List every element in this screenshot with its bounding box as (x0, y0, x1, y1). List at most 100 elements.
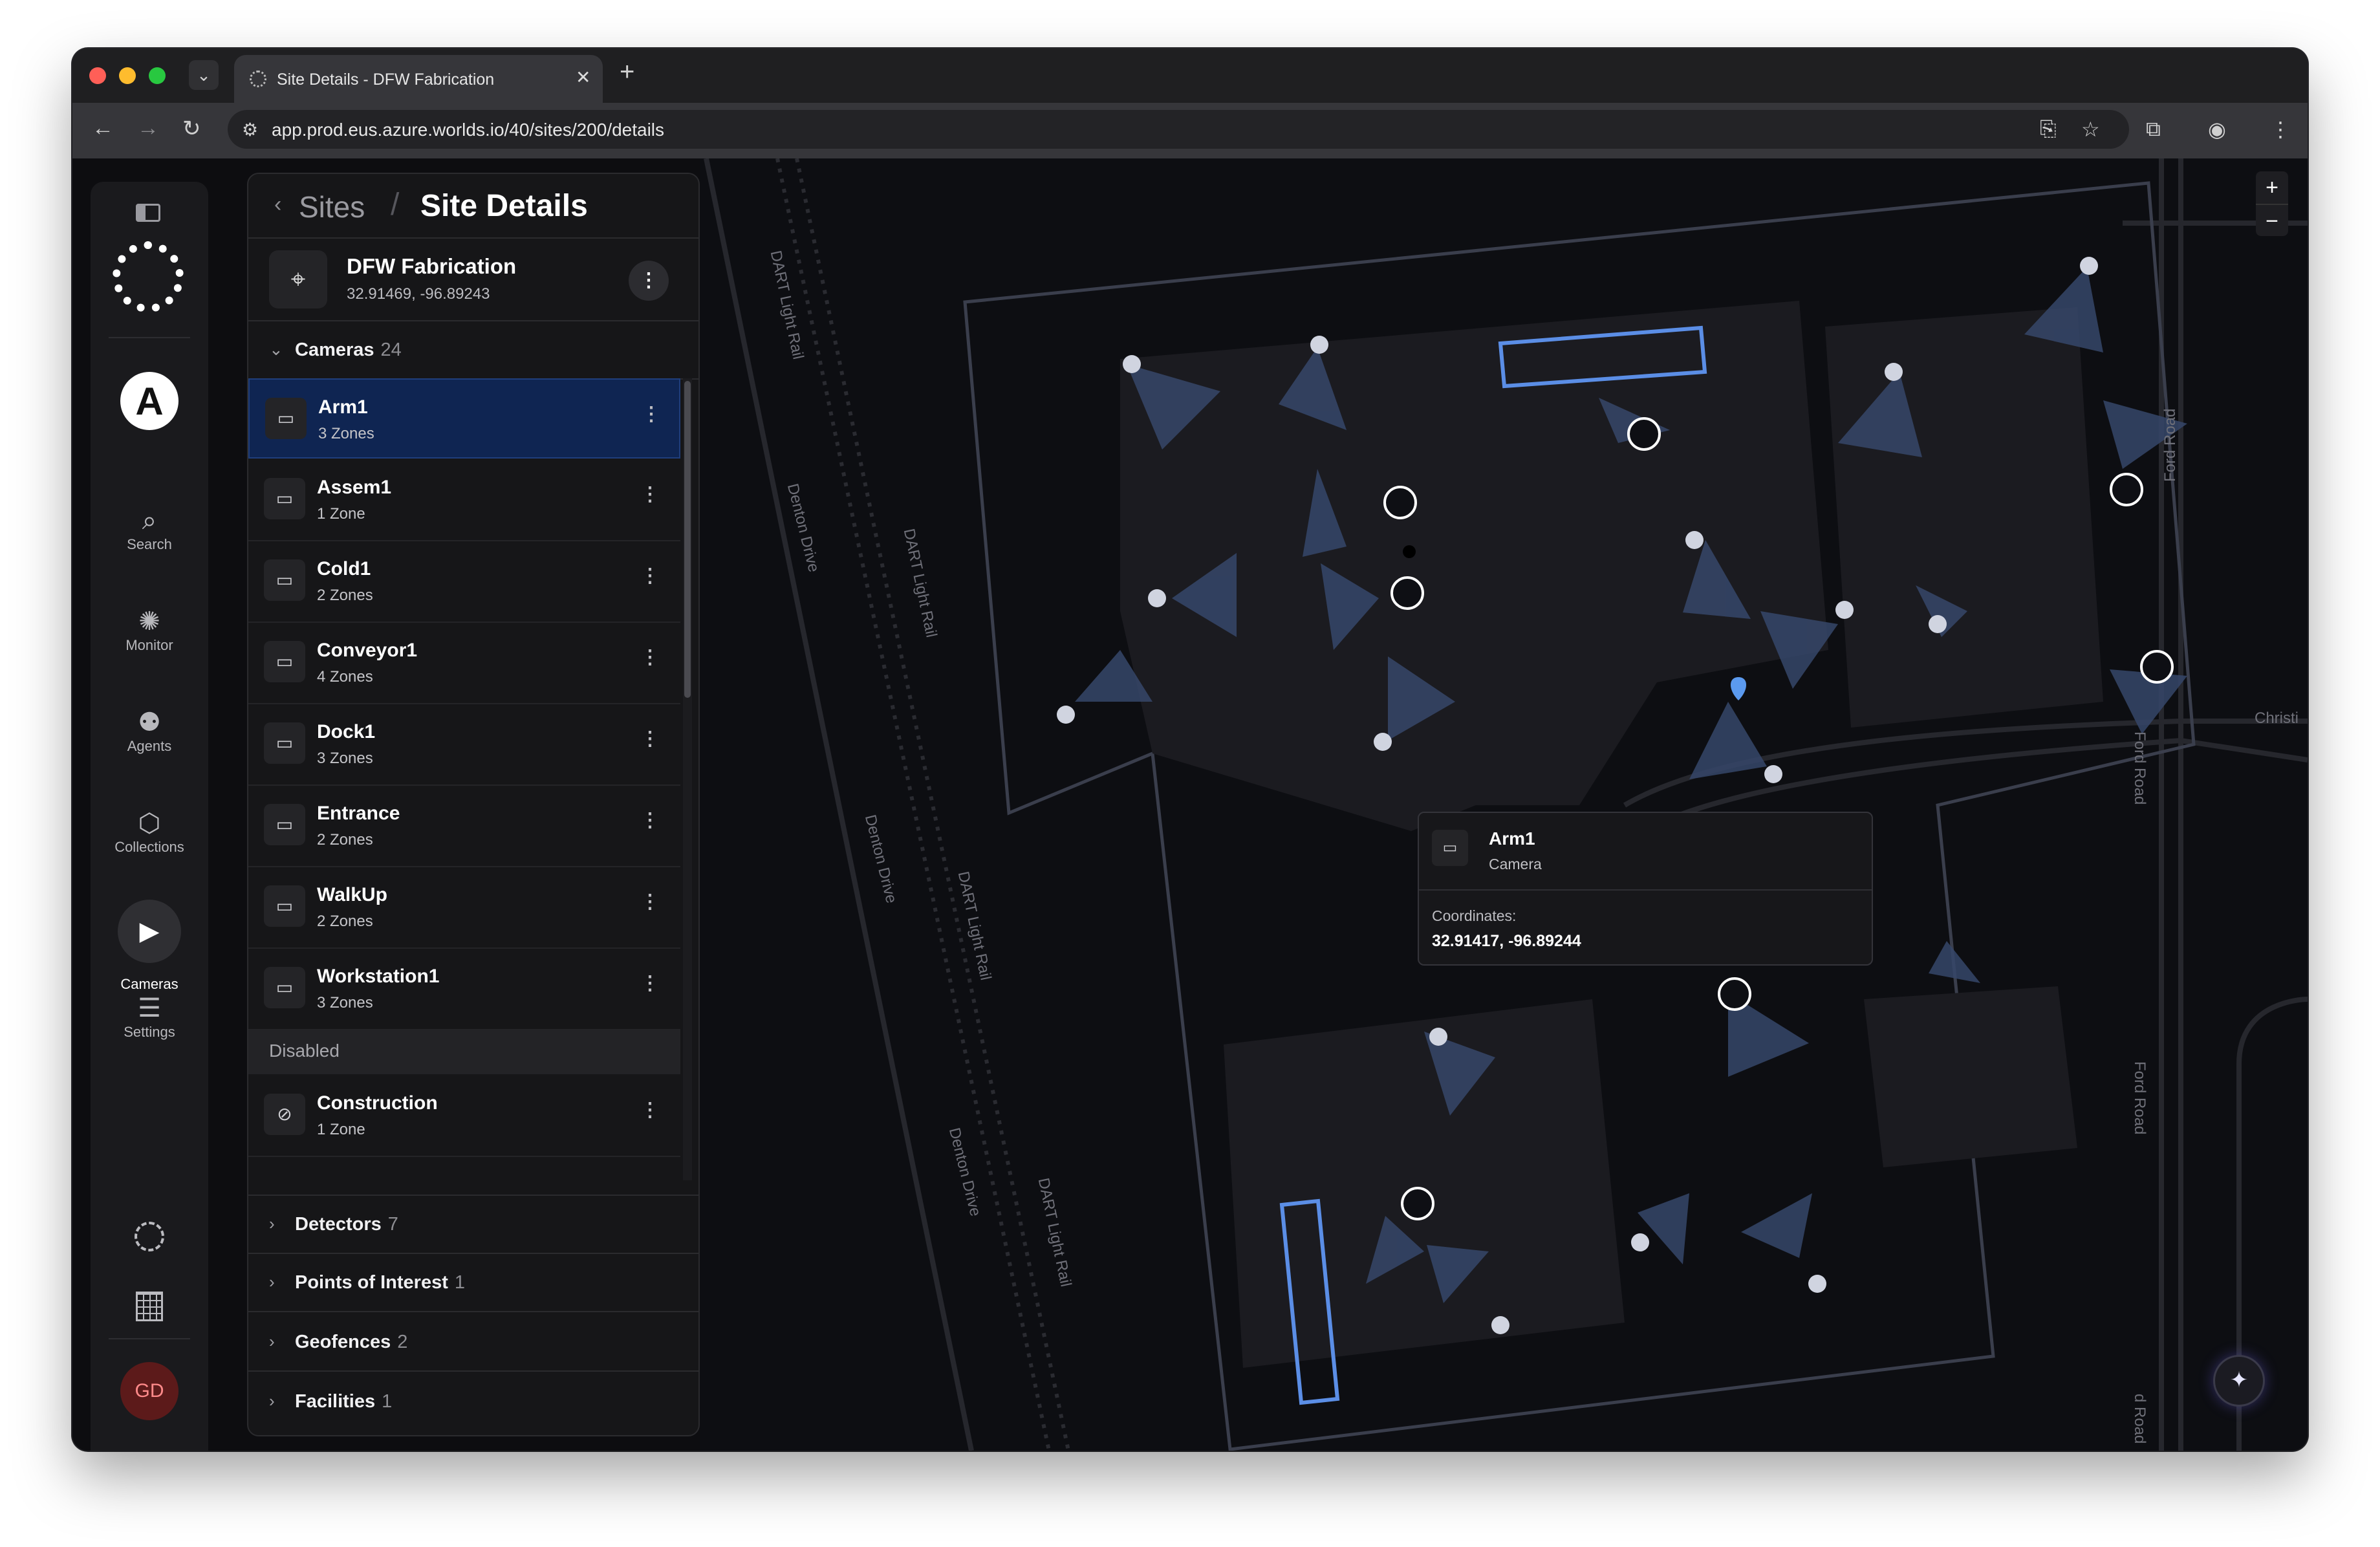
nav-search[interactable]: ⌕ Search (91, 505, 208, 553)
geofences-section-header[interactable]: › Geofences 2 (248, 1314, 698, 1372)
camera-marker[interactable] (1808, 1275, 1826, 1293)
facilities-section-header[interactable]: › Facilities 1 (248, 1373, 698, 1430)
camera-ring-marker[interactable] (1390, 576, 1424, 610)
camera-tooltip: ▭ Arm1 Camera Coordinates: 32.91417, -96… (1418, 812, 1873, 966)
list-item[interactable]: ▭ Cold1 2 Zones ⋮ (248, 541, 680, 623)
camera-marker[interactable] (1929, 615, 1947, 633)
url-text[interactable]: app.prod.eus.azure.worlds.io/40/sites/20… (272, 120, 664, 140)
minimize-window-button[interactable] (119, 67, 136, 84)
camera-zones: 2 Zones (317, 913, 373, 930)
camera-marker[interactable] (1685, 531, 1704, 549)
ai-assistant-button[interactable]: ✦ (2213, 1355, 2265, 1407)
camera-ring-marker[interactable] (2110, 473, 2143, 506)
camera-ring-marker[interactable] (1627, 417, 1661, 451)
extensions-icon[interactable]: ⧉ (2146, 117, 2161, 142)
forward-icon[interactable]: → (137, 116, 159, 141)
camera-marker[interactable] (1310, 336, 1328, 354)
camera-menu-icon[interactable]: ⋮ (642, 403, 661, 426)
install-app-icon[interactable]: ⎘ (2040, 117, 2057, 142)
map-canvas[interactable] (700, 158, 2308, 1451)
building-icon[interactable] (136, 1292, 163, 1321)
detectors-section-header[interactable]: › Detectors 7 (248, 1195, 698, 1254)
zoom-in-button[interactable]: + (2256, 171, 2288, 204)
disabled-label: Disabled (269, 1041, 340, 1061)
camera-ring-marker[interactable] (1383, 486, 1417, 519)
chevron-left-icon[interactable]: ‹ (274, 192, 281, 217)
camera-ring-marker[interactable] (1401, 1187, 1434, 1220)
camera-menu-icon[interactable]: ⋮ (640, 972, 660, 995)
nav-search-label: Search (127, 536, 172, 552)
camera-menu-icon[interactable]: ⋮ (640, 646, 660, 669)
camera-ring-marker[interactable] (1718, 977, 1751, 1011)
street-label: Ford Road (2161, 408, 2179, 482)
list-item[interactable]: ▭ Workstation1 3 Zones ⋮ (248, 949, 680, 1030)
reload-icon[interactable]: ↻ (182, 116, 201, 142)
camera-menu-icon[interactable]: ⋮ (640, 565, 660, 587)
sidebar-toggle-icon[interactable] (136, 204, 160, 222)
camera-marker[interactable] (1374, 733, 1392, 751)
camera-marker[interactable] (2080, 257, 2098, 275)
close-window-button[interactable] (89, 67, 106, 84)
poi-section-header[interactable]: › Points of Interest 1 (248, 1254, 698, 1312)
cameras-section-header[interactable]: ⌄ Cameras 24 (248, 321, 698, 380)
nav-agents[interactable]: ⚉ Agents (91, 707, 208, 755)
camera-ring-marker[interactable] (2140, 650, 2174, 684)
camera-marker[interactable] (1764, 765, 1782, 783)
disabled-group-header: Disabled (248, 1030, 680, 1074)
zoom-out-button[interactable]: − (2256, 204, 2288, 237)
video-camera-icon: ▭ (264, 722, 305, 764)
list-item[interactable]: ⊘ Construction 1 Zone ⋮ (248, 1076, 680, 1157)
list-item[interactable]: ▭ Arm1 3 Zones ⋮ (248, 378, 680, 459)
list-item[interactable]: ▭ WalkUp 2 Zones ⋮ (248, 867, 680, 949)
camera-menu-icon[interactable]: ⋮ (640, 1099, 660, 1121)
avatar[interactable]: GD (120, 1362, 178, 1420)
tab-search-button[interactable]: ⌄ (189, 60, 219, 90)
site-settings-icon[interactable]: ⚙ (242, 119, 258, 140)
site-details-panel: ‹ Sites / Site Details ⌖ DFW Fabrication… (247, 173, 700, 1436)
poi-marker[interactable] (1403, 545, 1416, 558)
chevron-right-icon: › (269, 1214, 275, 1233)
detectors-label: Detectors (295, 1214, 382, 1235)
browser-menu-icon[interactable]: ⋮ (2270, 117, 2291, 142)
poi-label: Points of Interest (295, 1272, 448, 1293)
profile-icon[interactable]: ◉ (2208, 117, 2226, 142)
list-item[interactable]: ▭ Conveyor1 4 Zones ⋮ (248, 623, 680, 704)
camera-menu-icon[interactable]: ⋮ (640, 809, 660, 832)
nav-collections[interactable]: ⬡ Collections (91, 808, 208, 856)
camera-menu-icon[interactable]: ⋮ (640, 891, 660, 913)
refresh-cycle-icon[interactable] (135, 1222, 164, 1251)
site-location-pin[interactable] (1731, 677, 1746, 700)
camera-marker[interactable] (1123, 355, 1141, 373)
list-item[interactable]: ▭ Entrance 2 Zones ⋮ (248, 786, 680, 867)
camera-fov (1638, 1193, 1689, 1264)
new-tab-button[interactable]: + (620, 58, 634, 87)
bookmark-star-icon[interactable]: ☆ (2081, 117, 2100, 142)
site-menu-button[interactable]: ⋮ (629, 261, 669, 301)
camera-marker[interactable] (1491, 1316, 1509, 1334)
camera-list-scrollbar[interactable] (683, 378, 692, 1180)
back-icon[interactable]: ← (92, 116, 114, 141)
nav-settings[interactable]: ☰ Settings (91, 993, 208, 1041)
breadcrumb-sites-link[interactable]: Sites (299, 189, 365, 224)
camera-marker[interactable] (1835, 601, 1854, 619)
camera-marker[interactable] (1148, 589, 1166, 607)
nav-monitor[interactable]: ✺ Monitor (91, 606, 208, 654)
site-map[interactable]: DART Light Rail DART Light Rail DART Lig… (700, 158, 2308, 1451)
camera-menu-icon[interactable]: ⋮ (640, 728, 660, 750)
camera-marker[interactable] (1429, 1028, 1447, 1046)
camera-marker[interactable] (1885, 363, 1903, 381)
camera-menu-icon[interactable]: ⋮ (640, 483, 660, 506)
camera-marker[interactable] (1057, 706, 1075, 724)
org-logo-icon[interactable]: A (120, 372, 178, 430)
camera-marker[interactable] (1631, 1233, 1649, 1251)
camera-fov (1929, 941, 1980, 983)
list-item[interactable]: ▭ Assem1 1 Zone ⋮ (248, 460, 680, 541)
maximize-window-button[interactable] (149, 67, 166, 84)
camera-icon[interactable]: ▶ (118, 900, 181, 963)
address-bar[interactable]: ⚙ app.prod.eus.azure.worlds.io/40/sites/… (228, 110, 2129, 149)
scrollbar-thumb[interactable] (684, 381, 691, 698)
browser-tab[interactable]: Site Details - DFW Fabrication ✕ (234, 55, 603, 103)
nav-cameras[interactable]: Cameras (91, 976, 208, 993)
close-tab-icon[interactable]: ✕ (576, 67, 590, 88)
list-item[interactable]: ▭ Dock1 3 Zones ⋮ (248, 704, 680, 786)
